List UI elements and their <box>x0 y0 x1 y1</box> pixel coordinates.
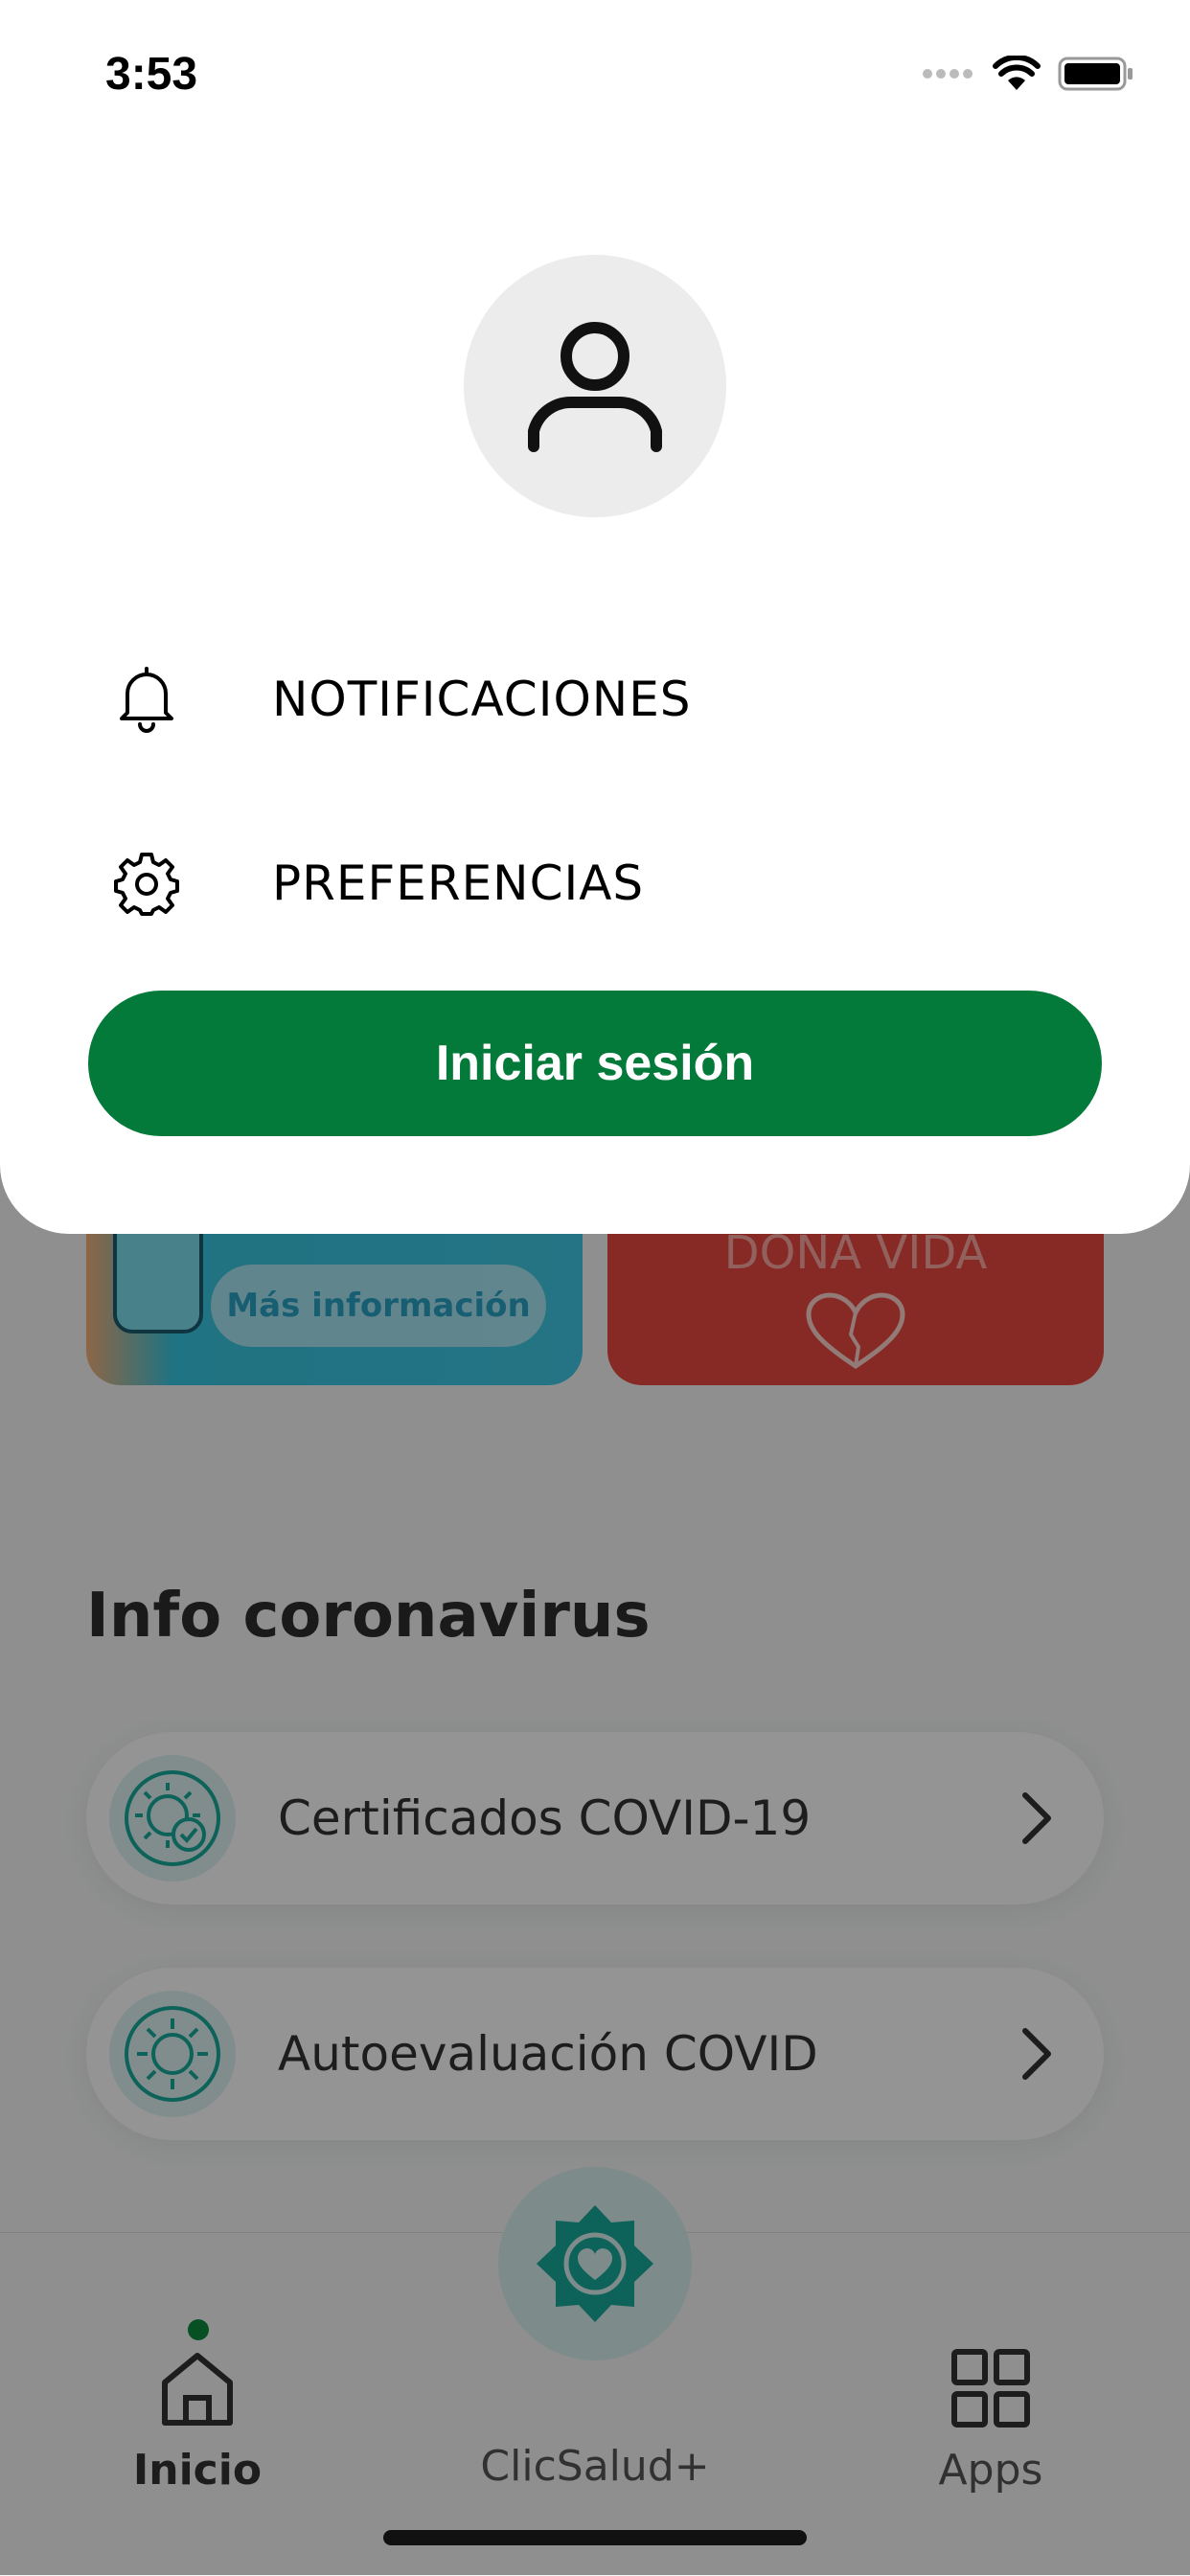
user-icon <box>528 322 662 452</box>
signal-icon <box>923 69 973 79</box>
status-icons <box>922 56 1134 92</box>
login-button[interactable]: Iniciar sesión <box>88 991 1102 1136</box>
menu-item-label: NOTIFICACIONES <box>272 672 692 727</box>
battery-icon <box>1058 57 1133 91</box>
avatar[interactable] <box>464 255 726 517</box>
wifi-icon <box>993 56 1041 90</box>
bell-icon <box>105 665 188 734</box>
home-indicator <box>383 2530 807 2545</box>
menu-item-label: PREFERENCIAS <box>272 855 645 911</box>
status-time: 3:53 <box>105 49 198 100</box>
menu-item-preferencias[interactable]: PREFERENCIAS <box>105 845 644 922</box>
menu-item-notificaciones[interactable]: NOTIFICACIONES <box>105 661 692 738</box>
profile-menu-sheet: 3:53 NOTIFICACIONES PREFERENCIAS Iniciar… <box>0 0 1190 1234</box>
gear-icon <box>105 851 188 916</box>
